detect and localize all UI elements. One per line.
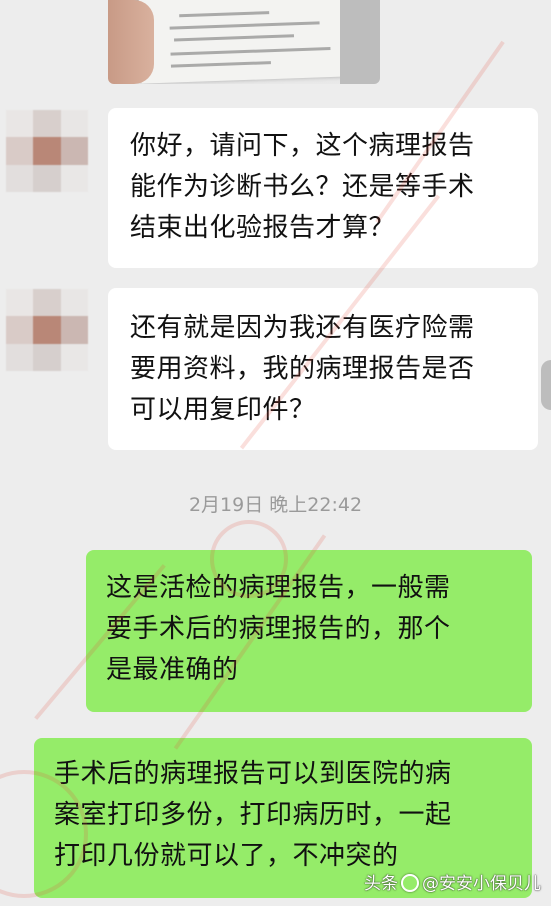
chat-area[interactable]: 你好，请问下，这个病理报告 能作为诊断书么？还是等手术 结束出化验报告才算？ 还…: [0, 0, 551, 906]
avatar[interactable]: [6, 110, 88, 192]
message-line: 你好，请问下，这个病理报告: [130, 131, 475, 161]
message-line: 要手术后的病理报告的，那个: [106, 614, 451, 644]
source-credit: 头条 @安安小保贝儿: [364, 869, 541, 894]
message-line: 能作为诊断书么？还是等手术: [130, 172, 475, 202]
credit-handle: @安安小保贝儿: [422, 874, 541, 894]
message-bubble-received[interactable]: 还有就是因为我还有医疗险需 要用资料，我的病理报告是否 可以用复印件？: [108, 288, 538, 450]
photo-edge: [340, 0, 380, 84]
image-message[interactable]: [108, 0, 380, 84]
message-line: 是最准确的: [106, 655, 239, 685]
message-line: 手术后的病理报告可以到医院的病: [54, 759, 452, 789]
hand-in-photo: [108, 0, 154, 84]
message-line: 可以用复印件？: [130, 395, 316, 425]
message-line: 案室打印多份，打印病历时，一起: [54, 800, 452, 830]
message-bubble-sent[interactable]: 这是活检的病理报告，一般需 要手术后的病理报告的，那个 是最准确的: [86, 550, 532, 712]
message-line: 结束出化验报告才算？: [130, 213, 396, 243]
message-bubble-received[interactable]: 你好，请问下，这个病理报告 能作为诊断书么？还是等手术 结束出化验报告才算？: [108, 108, 538, 268]
message-line: 还有就是因为我还有医疗险需: [130, 313, 475, 343]
credit-prefix: 头条: [364, 874, 398, 894]
message-line: 要用资料，我的病理报告是否: [130, 354, 475, 384]
document-photo: [138, 0, 352, 84]
message-line: 这是活检的病理报告，一般需: [106, 573, 451, 603]
camera-icon: [401, 874, 419, 892]
message-timestamp: 2月19日 晚上22:42: [188, 494, 363, 516]
avatar[interactable]: [6, 289, 88, 371]
scroll-indicator[interactable]: [541, 360, 551, 410]
